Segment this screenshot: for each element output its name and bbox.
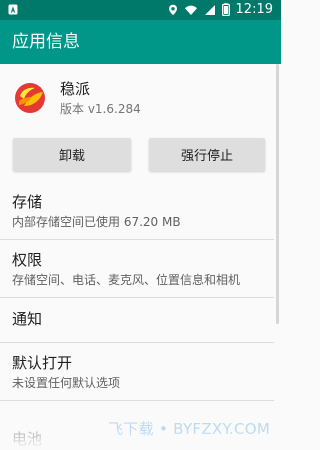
wifi-icon	[184, 1, 198, 20]
list-item-open-by-default[interactable]: 默认打开 未设置任何默认选项	[0, 343, 274, 401]
battery-icon	[221, 1, 230, 20]
app-version: 版本 v1.6.284	[60, 102, 141, 116]
app-logo-icon	[12, 80, 48, 116]
signal-icon	[204, 1, 216, 20]
app-name: 稳派	[60, 80, 91, 98]
page-title: 应用信息	[12, 32, 80, 52]
a-notification-icon	[8, 4, 18, 15]
list-item-title: 默认打开	[12, 354, 73, 372]
bottom-fade	[0, 430, 281, 450]
list-item-title: 权限	[12, 251, 43, 269]
list-item-title: 存储	[12, 193, 43, 211]
app-info-content[interactable]: 稳派 版本 v1.6.284 卸载 强行停止 存储 内部存储空间已使用 67.2…	[0, 64, 274, 450]
settings-list: 存储 内部存储空间已使用 67.20 MB 权限 存储空间、电话、麦克风、位置信…	[0, 182, 274, 401]
status-bar: 12:19	[0, 0, 281, 20]
scrollbar[interactable]	[276, 64, 279, 324]
list-item-subtitle: 内部存储空间已使用 67.20 MB	[12, 215, 181, 229]
force-stop-button[interactable]: 强行停止	[149, 138, 265, 171]
status-time: 12:19	[235, 2, 273, 17]
location-icon	[168, 1, 178, 20]
list-item-storage[interactable]: 存储 内部存储空间已使用 67.20 MB	[0, 182, 274, 240]
list-item-title: 通知	[12, 310, 43, 328]
uninstall-button[interactable]: 卸载	[13, 138, 131, 171]
list-item-subtitle: 未设置任何默认选项	[12, 376, 121, 390]
app-bar: 应用信息	[0, 20, 281, 64]
status-icons: 12:19	[168, 2, 273, 18]
list-item-notifications[interactable]: 通知	[0, 298, 274, 343]
list-item-subtitle: 存储空间、电话、麦克风、位置信息和相机	[12, 273, 241, 287]
list-item-permissions[interactable]: 权限 存储空间、电话、麦克风、位置信息和相机	[0, 240, 274, 298]
app-header: 稳派 版本 v1.6.284	[12, 78, 262, 124]
